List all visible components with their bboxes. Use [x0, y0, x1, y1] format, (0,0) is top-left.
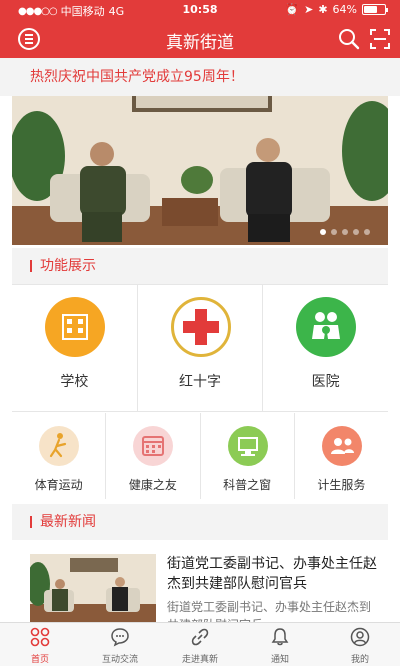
status-bar: ●●●○○ 中国移动 4G 10:58 ⏰ ➤ ✱ 64%: [0, 0, 400, 20]
link-icon: [191, 628, 209, 646]
feature-label: 医院: [311, 374, 340, 390]
tab-home[interactable]: 首页: [0, 623, 80, 666]
feature-label: 红十字: [179, 374, 221, 390]
monitor-icon: [227, 426, 268, 466]
feature-red-cross[interactable]: 红十字: [138, 285, 264, 411]
top-navbar: 真新街道: [0, 20, 400, 58]
tab-label: 我的: [350, 655, 369, 665]
carousel-indicators[interactable]: [320, 229, 370, 235]
tab-label: 通知: [270, 655, 289, 665]
carousel-dot[interactable]: [342, 229, 348, 235]
news-carousel[interactable]: [12, 96, 388, 245]
feature-label: 计生服务: [317, 478, 366, 492]
feature-grid-secondary: 体育运动 健康之友 科普之窗 计生服务: [12, 413, 388, 499]
building-icon: [45, 297, 105, 357]
features-section-header: 功能展示: [12, 248, 388, 284]
alarm-icon: ⏰: [285, 3, 300, 16]
calendar-icon: [133, 426, 174, 466]
news-thumbnail: [30, 554, 156, 622]
feature-label: 体育运动: [34, 478, 83, 492]
scan-icon[interactable]: [370, 29, 390, 49]
feature-label: 科普之窗: [223, 478, 272, 492]
feature-school[interactable]: 学校: [12, 285, 138, 411]
news-section-header: 最新新闻: [12, 504, 388, 540]
battery-percent: 64%: [332, 3, 357, 16]
announcement-banner[interactable]: 热烈庆祝中国共产党成立95周年！: [0, 58, 400, 96]
chat-icon: [111, 628, 129, 647]
user-icon: [350, 627, 370, 647]
tab-profile[interactable]: 我的: [320, 623, 400, 666]
home-grid-icon: [30, 627, 50, 647]
feature-science[interactable]: 科普之窗: [201, 413, 295, 499]
bluetooth-icon: ✱: [318, 3, 328, 16]
tab-label: 走进真新: [181, 655, 218, 665]
carousel-dot[interactable]: [320, 229, 326, 235]
feature-label: 学校: [60, 374, 89, 390]
features-section-title: 功能展示: [40, 258, 96, 274]
carousel-photo: [12, 96, 388, 245]
tab-about[interactable]: 走进真新: [160, 623, 240, 666]
feature-label: 健康之友: [128, 478, 177, 492]
news-section-title: 最新新闻: [40, 514, 96, 530]
carousel-dot[interactable]: [364, 229, 370, 235]
search-icon[interactable]: [338, 28, 360, 50]
feature-grid-primary: 学校 红十字 医院: [12, 284, 388, 412]
tab-label: 互动交流: [101, 655, 138, 665]
badminton-icon: [39, 426, 79, 466]
news-title: 街道党工委副书记、办事处主任赵杰到共建部队慰问官兵: [167, 556, 377, 592]
status-right: ⏰ ➤ ✱ 64%: [285, 3, 388, 16]
bell-icon: [271, 628, 289, 646]
battery-icon: [362, 4, 388, 15]
location-icon: ➤: [304, 3, 314, 16]
tab-label: 首页: [30, 655, 49, 665]
tab-notifications[interactable]: 通知: [240, 623, 320, 666]
feature-family-planning[interactable]: 计生服务: [295, 413, 388, 499]
feature-health[interactable]: 健康之友: [106, 413, 201, 499]
carousel-dot[interactable]: [331, 229, 337, 235]
tab-interaction[interactable]: 互动交流: [80, 623, 160, 666]
bottom-tab-bar: 首页 互动交流 走进真新 通知 我的: [0, 622, 400, 666]
feature-sports[interactable]: 体育运动: [12, 413, 107, 499]
news-summary: 街道党工委副书记、办事处主任赵杰到共建部队慰问官兵: [167, 600, 372, 622]
family-icon: [296, 297, 357, 357]
red-cross-icon: [170, 297, 231, 357]
people-icon: [321, 426, 362, 466]
news-list-item[interactable]: 街道党工委副书记、办事处主任赵杰到共建部队慰问官兵 街道党工委副书记、办事处主任…: [12, 540, 388, 622]
carousel-dot[interactable]: [353, 229, 359, 235]
feature-hospital[interactable]: 医院: [263, 285, 388, 411]
